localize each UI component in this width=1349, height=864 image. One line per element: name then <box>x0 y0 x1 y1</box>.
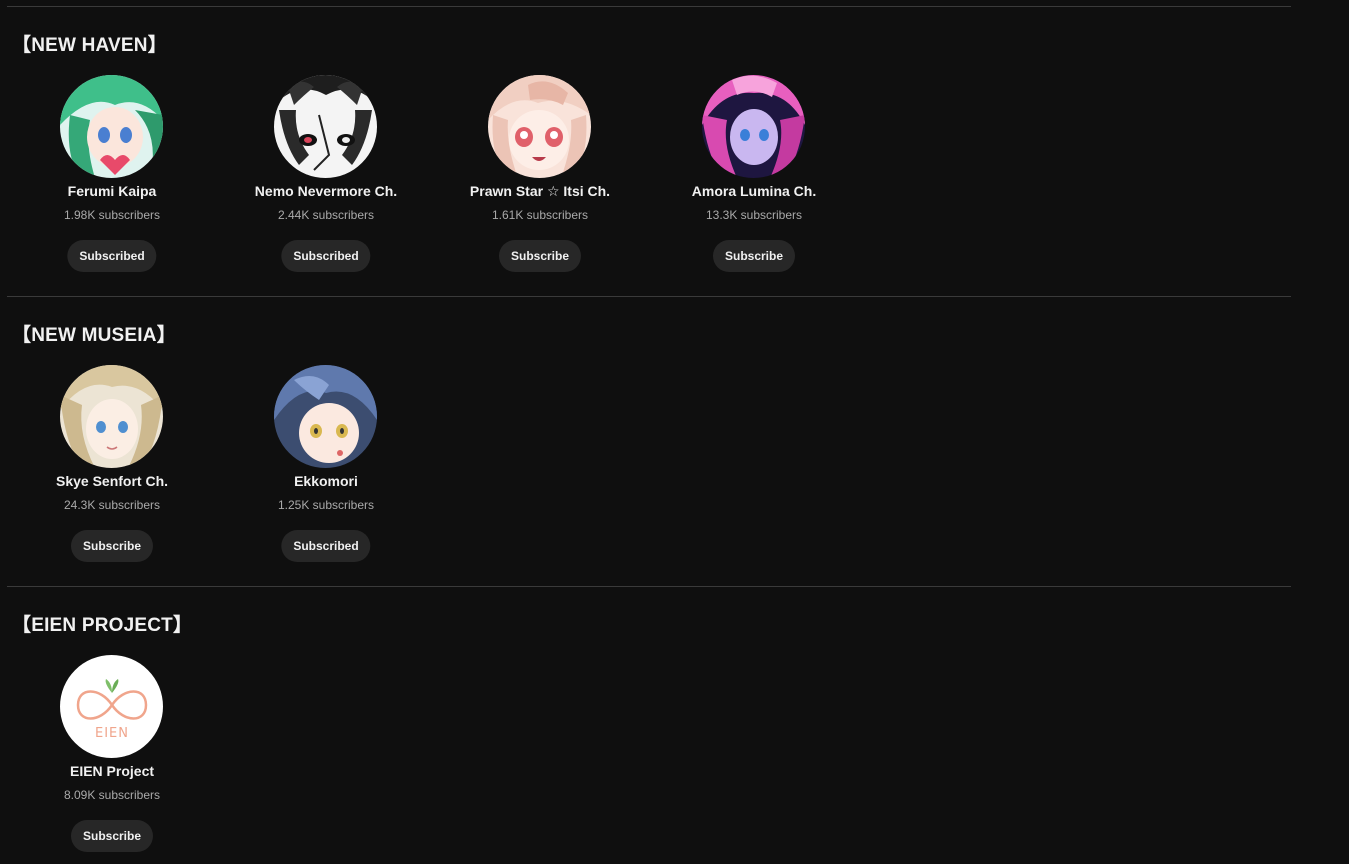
eien-infinity-logo-icon: EIEN <box>60 655 163 758</box>
blue-hair-vtuber-avatar-icon <box>274 365 377 468</box>
subscriber-count: 24.3K subscribers <box>63 498 161 512</box>
channel-avatar[interactable] <box>274 365 377 468</box>
channel-avatar[interactable] <box>702 75 805 178</box>
subscriber-count: 13.3K subscribers <box>705 208 803 222</box>
channel-name[interactable]: Skye Senfort Ch. <box>5 473 219 489</box>
channel-avatar[interactable] <box>488 75 591 178</box>
channel-name[interactable]: Amora Lumina Ch. <box>647 183 861 199</box>
channel-name[interactable]: Ferumi Kaipa <box>5 183 219 199</box>
channel-avatar[interactable] <box>60 75 163 178</box>
subscriber-count: 8.09K subscribers <box>63 788 161 802</box>
subscriber-count: 1.98K subscribers <box>63 208 161 222</box>
channel-card-ekkomori: Ekkomori 1.25K subscribers Subscribed <box>219 365 433 565</box>
green-hair-vtuber-avatar-icon <box>60 75 163 178</box>
subscribe-button[interactable]: Subscribe <box>712 240 796 272</box>
subscribe-button[interactable]: Subscribe <box>498 240 582 272</box>
channel-name[interactable]: Nemo Nevermore Ch. <box>219 183 433 199</box>
channel-avatar[interactable] <box>60 365 163 468</box>
section-divider <box>7 296 1291 297</box>
channel-name[interactable]: Prawn Star ☆ Itsi Ch. <box>433 183 647 200</box>
pink-hair-vtuber-avatar-icon <box>488 75 591 178</box>
channel-card-ferumi-kaipa: Ferumi Kaipa 1.98K subscribers Subscribe… <box>5 75 219 275</box>
subscriber-count: 1.25K subscribers <box>277 498 375 512</box>
section-title: 【NEW HAVEN】 <box>12 35 167 56</box>
channel-avatar[interactable] <box>274 75 377 178</box>
channel-card-eien-project: EIEN EIEN Project 8.09K subscribers Subs… <box>5 655 219 855</box>
channel-card-nemo-nevermore: Nemo Nevermore Ch. 2.44K subscribers Sub… <box>219 75 433 275</box>
channel-card-skye-senfort: Skye Senfort Ch. 24.3K subscribers Subsc… <box>5 365 219 565</box>
section-title: 【NEW MUSEIA】 <box>12 325 176 346</box>
channel-name[interactable]: EIEN Project <box>5 763 219 779</box>
channel-card-amora-lumina: Amora Lumina Ch. 13.3K subscribers Subsc… <box>647 75 861 275</box>
section-divider <box>7 6 1291 7</box>
channel-card-prawn-star-itsi: Prawn Star ☆ Itsi Ch. 1.61K subscribers … <box>433 75 647 275</box>
magenta-hair-vtuber-avatar-icon <box>702 75 805 178</box>
channel-avatar[interactable]: EIEN <box>60 655 163 758</box>
black-white-vtuber-avatar-icon <box>274 75 377 178</box>
subscribed-button[interactable]: Subscribed <box>281 240 371 272</box>
blonde-vtuber-avatar-icon <box>60 365 163 468</box>
subscriber-count: 2.44K subscribers <box>277 208 375 222</box>
section-divider <box>7 586 1291 587</box>
channel-name[interactable]: Ekkomori <box>219 473 433 489</box>
section-title: 【EIEN PROJECT】 <box>12 615 193 636</box>
eien-logo-text: EIEN <box>95 726 129 741</box>
subscribed-button[interactable]: Subscribed <box>67 240 157 272</box>
subscribe-button[interactable]: Subscribe <box>70 530 154 562</box>
subscriber-count: 1.61K subscribers <box>491 208 589 222</box>
subscribe-button[interactable]: Subscribe <box>70 820 154 852</box>
subscriptions-page: 【NEW HAVEN】 Ferumi Kaipa 1.98K subscribe… <box>0 0 1349 864</box>
subscribed-button[interactable]: Subscribed <box>281 530 371 562</box>
